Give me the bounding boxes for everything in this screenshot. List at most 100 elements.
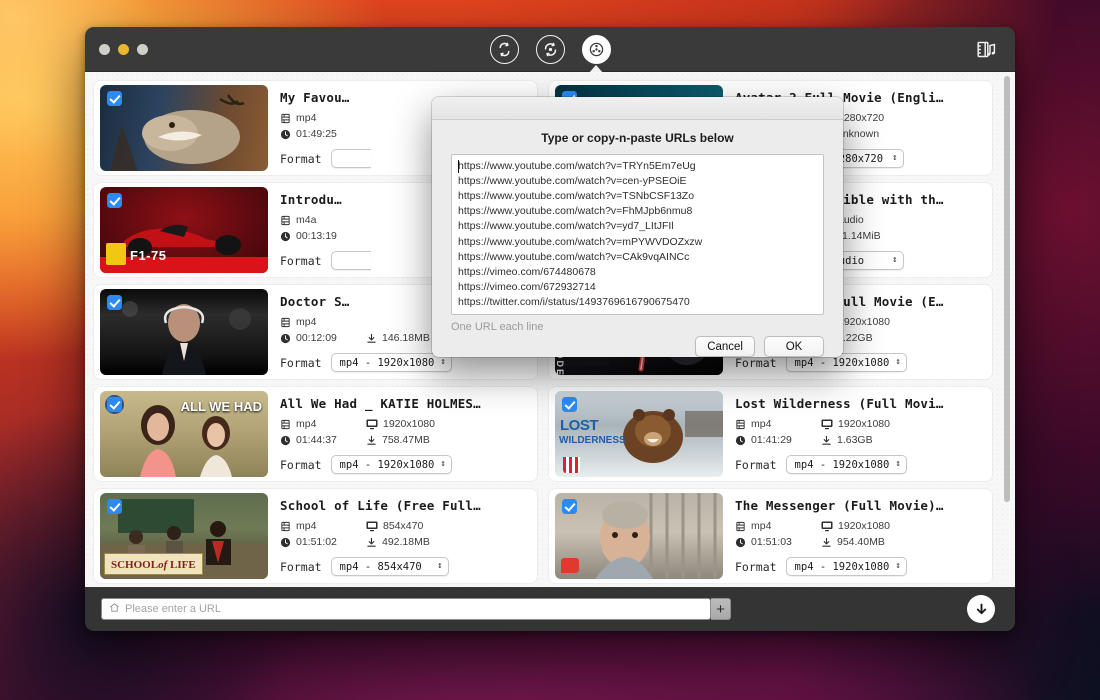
chevron-updown-icon: ↕	[440, 358, 445, 366]
select-checkbox[interactable]	[562, 499, 577, 514]
card-resolution: 1920x1080	[821, 418, 982, 430]
format-row: Format mp4 - 1920x1080↕	[280, 455, 527, 474]
card-title: Lost Wilderness (Full Movi…	[735, 396, 982, 411]
card-info: School of Life (Free Full… mp4 854x470 0…	[268, 489, 537, 583]
card-title: All We Had _ KATIE HOLMES…	[280, 396, 527, 411]
chevron-updown-icon: ↕	[440, 460, 445, 468]
chevron-updown-icon: ↕	[892, 154, 897, 162]
video-thumbnail[interactable]: LOST WILDERNESS	[555, 391, 723, 477]
scrollbar-thumb[interactable]	[1004, 76, 1010, 502]
bottom-bar: Please enter a URL +	[85, 587, 1015, 631]
url-input[interactable]: Please enter a URL	[101, 598, 711, 620]
format-label: Format	[280, 356, 322, 370]
card-container: mp4	[735, 418, 821, 430]
card-duration: 00:12:09	[280, 332, 366, 344]
format-select[interactable]	[331, 149, 371, 168]
card-container: mp4	[280, 316, 366, 328]
card-filesize: 11.14MiB	[821, 230, 982, 242]
url-line: https://www.youtube.com/watch?v=FhMJpb6n…	[458, 204, 817, 219]
list-scrollbar[interactable]	[1003, 76, 1011, 583]
select-checkbox[interactable]	[107, 499, 122, 514]
format-select[interactable]: mp4 - 854x470 ↕	[331, 557, 449, 576]
dialog-title: Type or copy-n-paste URLs below	[432, 120, 843, 154]
url-line: https://vimeo.com/674480678	[458, 265, 817, 280]
video-thumbnail[interactable]	[100, 289, 268, 375]
media-reel-icon[interactable]	[582, 35, 611, 64]
format-row: Format mp4 - 1920x1080↕	[735, 455, 982, 474]
card-duration: 01:41:29	[735, 434, 821, 446]
format-label: Format	[735, 458, 777, 472]
format-row: Format mp4 - 1920x1080↕	[735, 557, 982, 576]
url-line: https://www.youtube.com/watch?v=cen-yPSE…	[458, 174, 817, 189]
url-line: https://vimeo.com/672932714	[458, 280, 817, 295]
download-card[interactable]: LOST WILDERNESS Lost Wilderness (Full Mo…	[549, 387, 992, 481]
card-filesize: 492.18MB	[366, 536, 527, 548]
dialog-footer: One URL each line Cancel OK	[432, 315, 843, 357]
format-value: mp4 - 1920x1080	[340, 459, 435, 471]
format-select[interactable]: mp4 - 1920x1080↕	[786, 455, 907, 474]
text-caret	[458, 160, 459, 173]
chevron-updown-icon: ↕	[437, 562, 442, 570]
url-line: https://www.youtube.com/watch?v=TRYn5Em7…	[458, 159, 817, 174]
card-resolution: 1920x1080	[821, 316, 982, 328]
card-info: The Messenger (Full Movie)… mp4 1920x108…	[723, 489, 992, 583]
card-container: mp4	[735, 520, 821, 532]
format-select[interactable]: mp4 - 1920x1080 ↕	[331, 353, 452, 372]
select-checkbox[interactable]	[107, 397, 122, 412]
format-value: mp4 - 1920x1080	[795, 561, 890, 573]
url-line: https://www.youtube.com/watch?v=TSNbCSF1…	[458, 189, 817, 204]
download-card[interactable]: ALL WE HAD All We Had _ KATIE HOLMES… mp…	[94, 387, 537, 481]
chevron-updown-icon: ↕	[895, 358, 900, 366]
video-thumbnail[interactable]	[100, 85, 268, 171]
card-container: mp4	[280, 112, 366, 124]
card-duration: 01:51:02	[280, 536, 366, 548]
ok-button[interactable]: OK	[764, 336, 824, 357]
card-duration: 01:49:25	[280, 128, 366, 140]
card-resolution: 854x470	[366, 520, 527, 532]
download-card[interactable]: SCHOOLof LIFE School of Life (Free Full……	[94, 489, 537, 583]
window-titlebar	[85, 27, 1015, 72]
select-checkbox[interactable]	[107, 193, 122, 208]
card-duration: 01:44:37	[280, 434, 366, 446]
audio-download-icon[interactable]	[536, 35, 565, 64]
video-thumbnail[interactable]: ALL WE HAD	[100, 391, 268, 477]
select-checkbox[interactable]	[107, 91, 122, 106]
dialog-titlebar	[432, 97, 843, 120]
card-filesize: 758.47MB	[366, 434, 527, 446]
card-filesize: 954.40MB	[821, 536, 982, 548]
card-title: The Messenger (Full Movie)…	[735, 498, 982, 513]
urls-textarea[interactable]: https://www.youtube.com/watch?v=TRYn5Em7…	[451, 154, 824, 315]
video-thumbnail[interactable]: SCHOOLof LIFE	[100, 493, 268, 579]
video-download-icon[interactable]	[490, 35, 519, 64]
card-resolution: 1920x1080	[821, 520, 982, 532]
home-icon	[109, 600, 120, 618]
card-resolution: 1280x720	[821, 112, 982, 124]
card-filesize: unknown	[821, 128, 982, 140]
format-value: mp4 - 1920x1080	[795, 357, 890, 369]
select-checkbox[interactable]	[562, 397, 577, 412]
video-thumbnail[interactable]	[555, 493, 723, 579]
select-checkbox[interactable]	[107, 295, 122, 310]
download-arrow-icon[interactable]	[967, 595, 995, 623]
url-line: https://www.youtube.com/watch?v=CAk9vqAI…	[458, 250, 817, 265]
card-title: School of Life (Free Full…	[280, 498, 527, 513]
url-line: https://www.youtube.com/watch?v=mPYWVDOZ…	[458, 235, 817, 250]
url-input-placeholder: Please enter a URL	[125, 603, 221, 615]
format-select[interactable]: mp4 - 1920x1080 ↕	[786, 557, 907, 576]
format-select[interactable]	[331, 251, 371, 270]
toolbar-center	[85, 35, 1015, 64]
card-container: m4a	[280, 214, 366, 226]
download-card[interactable]: The Messenger (Full Movie)… mp4 1920x108…	[549, 489, 992, 583]
card-filesize: 2.22GB	[821, 332, 982, 344]
format-select[interactable]: mp4 - 1920x1080 ↕	[331, 455, 452, 474]
chevron-updown-icon: ↕	[895, 562, 900, 570]
format-label: Format	[280, 254, 322, 268]
format-row: Format mp4 - 854x470↕	[280, 557, 527, 576]
format-value: mp4 - 1920x1080	[340, 357, 435, 369]
format-value: mp4 - 854x470	[340, 561, 422, 573]
add-url-button[interactable]: +	[711, 598, 731, 620]
film-music-convert-icon[interactable]	[976, 39, 997, 60]
cancel-button[interactable]: Cancel	[695, 336, 755, 357]
video-thumbnail[interactable]: F1-75	[100, 187, 268, 273]
card-resolution: audio	[821, 214, 982, 226]
